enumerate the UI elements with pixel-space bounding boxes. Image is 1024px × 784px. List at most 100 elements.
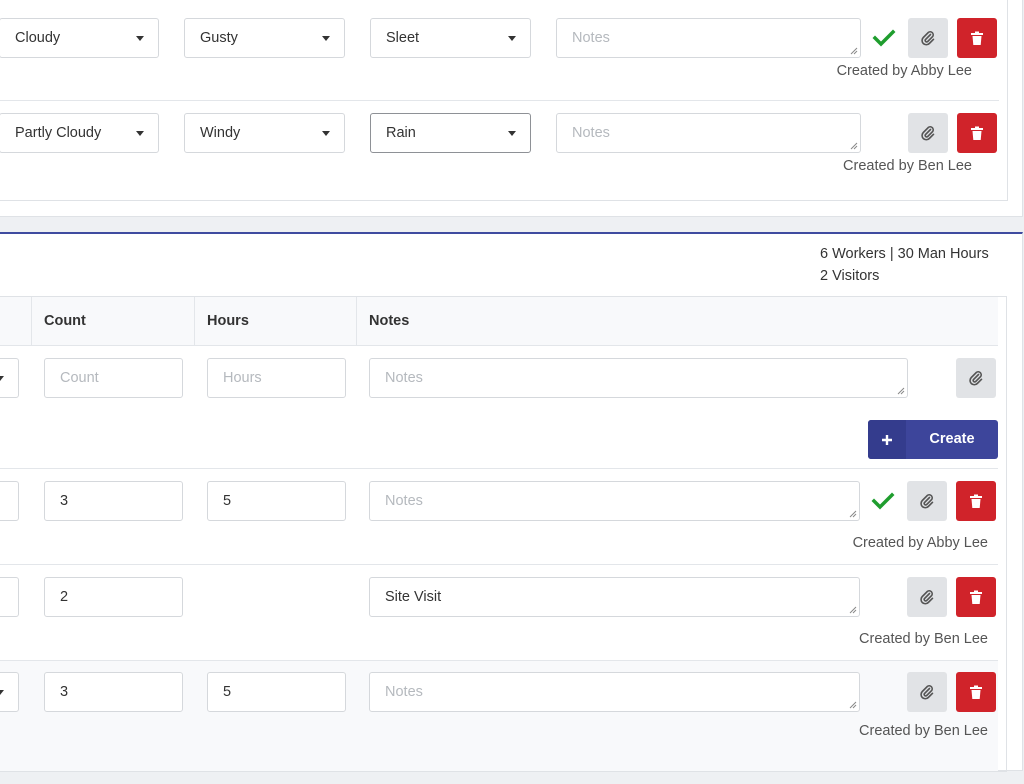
hours-placeholder: Hours	[223, 370, 262, 386]
caret-down-icon	[508, 131, 516, 136]
trade-select[interactable]	[0, 358, 19, 398]
notes-textarea[interactable]: Notes	[556, 113, 861, 153]
attach-button[interactable]	[907, 577, 947, 617]
sky-select[interactable]: Cloudy	[0, 18, 159, 58]
notes-placeholder: Notes	[385, 493, 423, 509]
trade-select[interactable]	[0, 481, 19, 521]
count-value: 3	[60, 493, 69, 509]
attach-button[interactable]	[908, 18, 948, 58]
create-button-label: Create	[929, 431, 975, 447]
delete-button[interactable]	[956, 481, 996, 521]
resize-grip-icon[interactable]	[849, 606, 857, 614]
sky-value: Cloudy	[15, 30, 61, 46]
precip-value: Sleet	[386, 30, 420, 46]
new-entry-row: Count Hours Notes	[0, 347, 998, 468]
paperclip-icon	[921, 126, 935, 141]
created-by-label: Created by Abby Lee	[836, 63, 972, 79]
notes-placeholder: Notes	[572, 125, 610, 141]
attach-button[interactable]	[956, 358, 996, 398]
created-by-label: Created by Abby Lee	[852, 535, 988, 551]
created-by-label: Created by Ben Lee	[843, 158, 972, 174]
manpower-summary: 6 Workers | 30 Man Hours	[820, 246, 989, 262]
wind-value: Gusty	[200, 30, 238, 46]
paperclip-icon	[921, 31, 935, 46]
notes-textarea[interactable]: Notes	[369, 672, 860, 712]
column-divider	[31, 297, 32, 346]
precip-select[interactable]: Sleet	[370, 18, 531, 58]
notes-placeholder: Notes	[385, 684, 423, 700]
caret-down-icon	[0, 690, 4, 695]
caret-down-icon	[322, 131, 330, 136]
table-row: 2 Site Visit Created by Ben Lee	[0, 565, 998, 660]
attach-button[interactable]	[908, 113, 948, 153]
notes-textarea[interactable]: Notes	[369, 358, 908, 398]
wind-select[interactable]: Gusty	[184, 18, 345, 58]
hours-value: 5	[223, 684, 232, 700]
created-by-label: Created by Ben Lee	[859, 631, 988, 647]
column-header-hours: Hours	[207, 313, 249, 329]
notes-textarea[interactable]: Notes	[369, 481, 860, 521]
paperclip-icon	[920, 494, 934, 509]
hours-input[interactable]: 5	[207, 672, 346, 712]
trash-icon	[970, 685, 982, 699]
create-button[interactable]: Create	[868, 420, 998, 459]
wind-select[interactable]: Windy	[184, 113, 345, 153]
column-divider	[356, 297, 357, 346]
weather-row: Cloudy Gusty Sleet Notes Created by Abby…	[0, 6, 999, 102]
caret-down-icon	[322, 36, 330, 41]
weather-row: Partly Cloudy Windy Rain Notes Created b…	[0, 101, 999, 197]
caret-down-icon	[508, 36, 516, 41]
table-row: 3 5 Notes Created by Ben Lee	[0, 661, 998, 771]
count-input[interactable]: 3	[44, 672, 183, 712]
trash-icon	[970, 494, 982, 508]
table-row: 3 5 Notes Created by Abby Lee	[0, 469, 998, 564]
paperclip-icon	[920, 590, 934, 605]
resize-grip-icon[interactable]	[849, 701, 857, 709]
trade-select[interactable]	[0, 672, 19, 712]
plus-icon	[868, 420, 906, 459]
count-input[interactable]: 2	[44, 577, 183, 617]
created-by-label: Created by Ben Lee	[859, 723, 988, 739]
trash-icon	[971, 31, 983, 45]
hours-input[interactable]: Hours	[207, 358, 346, 398]
resize-grip-icon[interactable]	[897, 387, 905, 395]
hours-input[interactable]: 5	[207, 481, 346, 521]
resize-grip-icon[interactable]	[850, 142, 858, 150]
delete-button[interactable]	[957, 113, 997, 153]
paperclip-icon	[920, 685, 934, 700]
column-header-notes: Notes	[369, 313, 410, 329]
delete-button[interactable]	[956, 672, 996, 712]
paperclip-icon	[969, 371, 983, 386]
precip-select[interactable]: Rain	[370, 113, 531, 153]
resize-grip-icon[interactable]	[849, 510, 857, 518]
weather-card: Cloudy Gusty Sleet Notes Created by Abby…	[0, 0, 1023, 217]
sky-select[interactable]: Partly Cloudy	[0, 113, 159, 153]
hours-value: 5	[223, 493, 232, 509]
attach-button[interactable]	[907, 672, 947, 712]
column-header-count: Count	[44, 313, 86, 329]
count-placeholder: Count	[60, 370, 99, 386]
resize-grip-icon[interactable]	[850, 47, 858, 55]
attach-button[interactable]	[907, 481, 947, 521]
caret-down-icon	[136, 36, 144, 41]
notes-placeholder: Notes	[572, 30, 610, 46]
delete-button[interactable]	[956, 577, 996, 617]
column-divider	[194, 297, 195, 346]
notes-textarea[interactable]: Notes	[556, 18, 861, 58]
trade-select[interactable]	[0, 577, 19, 617]
caret-down-icon	[0, 376, 4, 381]
trash-icon	[971, 126, 983, 140]
notes-value: Site Visit	[385, 589, 442, 605]
count-input[interactable]: 3	[44, 481, 183, 521]
delete-button[interactable]	[957, 18, 997, 58]
precip-value: Rain	[386, 125, 416, 141]
weather-table: Cloudy Gusty Sleet Notes Created by Abby…	[0, 0, 1008, 201]
visitor-summary: 2 Visitors	[820, 268, 880, 284]
notes-placeholder: Notes	[385, 370, 423, 386]
trash-icon	[970, 590, 982, 604]
caret-down-icon	[136, 131, 144, 136]
count-value: 2	[60, 589, 69, 605]
sky-value: Partly Cloudy	[15, 125, 102, 141]
count-input[interactable]: Count	[44, 358, 183, 398]
notes-textarea[interactable]: Site Visit	[369, 577, 860, 617]
